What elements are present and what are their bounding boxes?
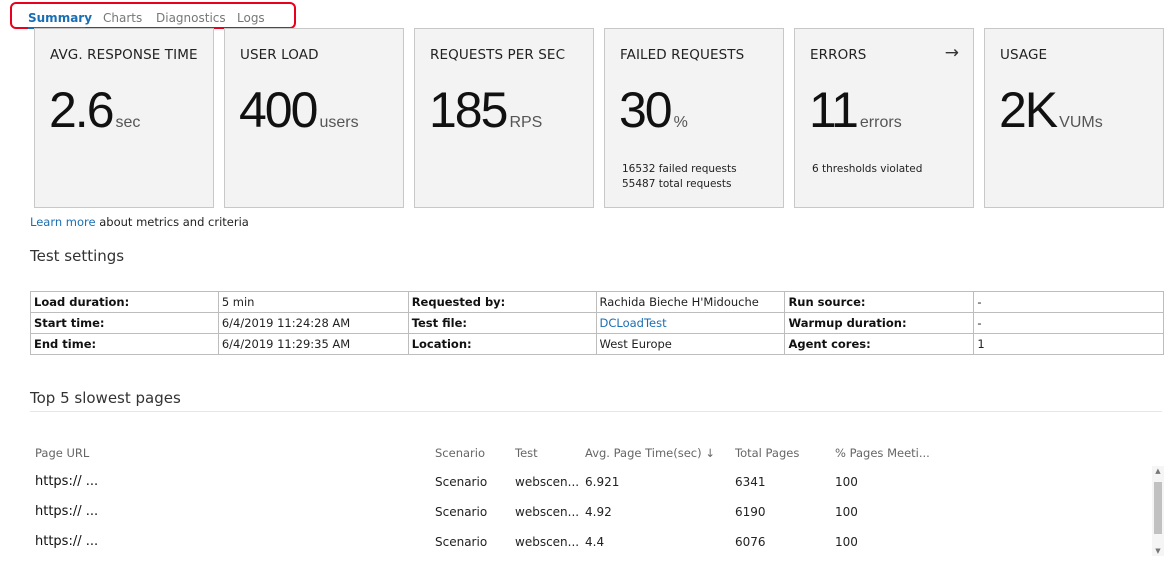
settings-key: Agent cores: [784,333,975,355]
settings-row: Load duration: 5 min Requested by: Rachi… [30,291,1164,313]
card-value: 2.6 [49,82,115,138]
total-pages: 6341 [735,475,766,489]
pages-meeting: 100 [835,505,858,519]
card-value: 30 [619,82,673,138]
thresholds-violated: 6 thresholds violated [812,163,923,175]
column-header-test[interactable]: Test [515,446,538,460]
arrow-right-icon[interactable]: → [945,43,959,63]
scroll-thumb[interactable] [1154,482,1162,534]
learn-more-link[interactable]: Learn more [30,215,96,229]
card-value-wrap: 185 RPS [429,85,542,135]
column-header-avg-page-time[interactable]: Avg. Page Time(sec) ↓ [585,446,715,460]
card-value-wrap: 400 users [239,85,359,135]
card-avg-response-time: AVG. RESPONSE TIME 2.6 sec [34,28,214,208]
card-unit: VUMs [1059,114,1103,131]
card-value: 11 [809,82,859,138]
page-url[interactable]: https:// ... [35,534,98,549]
avg-page-time: 6.921 [585,475,620,489]
tab-bar-highlight: Summary Charts Diagnostics Logs [10,2,296,29]
scenario: Scenario [435,505,488,519]
page-url[interactable]: https:// ... [35,504,98,519]
card-title: FAILED REQUESTS [620,47,745,63]
settings-row: End time: 6/4/2019 11:29:35 AM Location:… [30,333,1164,355]
card-value-wrap: 11 errors [809,85,902,135]
settings-key: Start time: [30,312,219,334]
settings-value: 5 min [217,291,409,313]
column-header-total-pages[interactable]: Total Pages [735,446,799,460]
card-value-wrap: 2.6 sec [49,85,140,135]
pages-meeting: 100 [835,475,858,489]
learn-more-line: Learn more about metrics and criteria [30,215,249,229]
card-unit: users [319,114,359,131]
settings-value: - [973,312,1164,334]
section-divider [30,411,1162,412]
card-value-wrap: 30% [619,85,688,135]
scenario: Scenario [435,475,488,489]
triangle-down-icon[interactable]: ▼ [1152,546,1164,556]
card-usage: USAGE 2K VUMs [984,28,1164,208]
card-title: REQUESTS PER SEC [430,47,566,63]
card-errors[interactable]: ERRORS → 11 errors 6 thresholds violated [794,28,974,208]
scenario: Scenario [435,535,488,549]
settings-key: Warmup duration: [784,312,975,334]
card-unit: % [673,114,688,131]
page-url[interactable]: https:// ... [35,474,98,489]
total-pages: 6190 [735,505,766,519]
settings-key: Requested by: [407,291,597,313]
card-value: 400 [239,82,318,138]
column-header-scenario[interactable]: Scenario [435,446,485,460]
vertical-scrollbar[interactable]: ▲ ▼ [1152,466,1164,556]
card-unit: sec [115,114,141,131]
tab-diagnostics[interactable]: Diagnostics [156,11,226,25]
card-failed-requests: FAILED REQUESTS 30% 16532 failed request… [604,28,784,208]
total-requests-count: 55487 total requests [622,178,732,190]
test-settings-title: Test settings [30,247,125,265]
tab-charts[interactable]: Charts [103,11,142,25]
tab-summary[interactable]: Summary [28,11,92,25]
column-header-page-url[interactable]: Page URL [35,446,89,460]
avg-page-time: 4.4 [585,535,605,549]
card-user-load: USER LOAD 400 users [224,28,404,208]
test-file-link[interactable]: DCLoadTest [595,312,786,334]
card-unit: errors [859,114,902,131]
avg-page-time: 4.92 [585,505,612,519]
card-title: USER LOAD [240,47,319,63]
triangle-up-icon[interactable]: ▲ [1152,466,1164,476]
pages-meeting: 100 [835,535,858,549]
settings-value: 1 [973,333,1164,355]
settings-key: Run source: [784,291,975,313]
card-value: 185 [429,82,508,138]
test: webscen... [515,475,580,489]
settings-key: Load duration: [30,291,219,313]
test: webscen... [515,505,580,519]
card-value: 2K [999,82,1058,138]
card-requests-per-sec: REQUESTS PER SEC 185 RPS [414,28,594,208]
settings-value: 6/4/2019 11:24:28 AM [217,312,409,334]
test: webscen... [515,535,580,549]
settings-value: - [973,291,1164,313]
test-settings-table: Load duration: 5 min Requested by: Rachi… [30,291,1164,355]
settings-value: Rachida Bieche H'Midouche [595,291,786,313]
settings-key: Test file: [407,312,597,334]
settings-key: End time: [30,333,219,355]
column-header-pages-meeting[interactable]: % Pages Meeti... [835,446,930,460]
settings-value: West Europe [595,333,786,355]
settings-value: 6/4/2019 11:29:35 AM [217,333,409,355]
card-value-wrap: 2K VUMs [999,85,1103,135]
card-title: USAGE [1000,47,1048,63]
card-title: AVG. RESPONSE TIME [50,47,198,63]
tab-logs[interactable]: Logs [237,11,265,25]
settings-key: Location: [407,333,597,355]
slowest-pages-title: Top 5 slowest pages [30,389,181,407]
settings-row: Start time: 6/4/2019 11:24:28 AM Test fi… [30,312,1164,334]
card-unit: RPS [509,114,543,131]
failed-requests-count: 16532 failed requests [622,163,737,175]
learn-more-text: about metrics and criteria [95,215,249,229]
card-title: ERRORS [810,47,867,63]
total-pages: 6076 [735,535,766,549]
